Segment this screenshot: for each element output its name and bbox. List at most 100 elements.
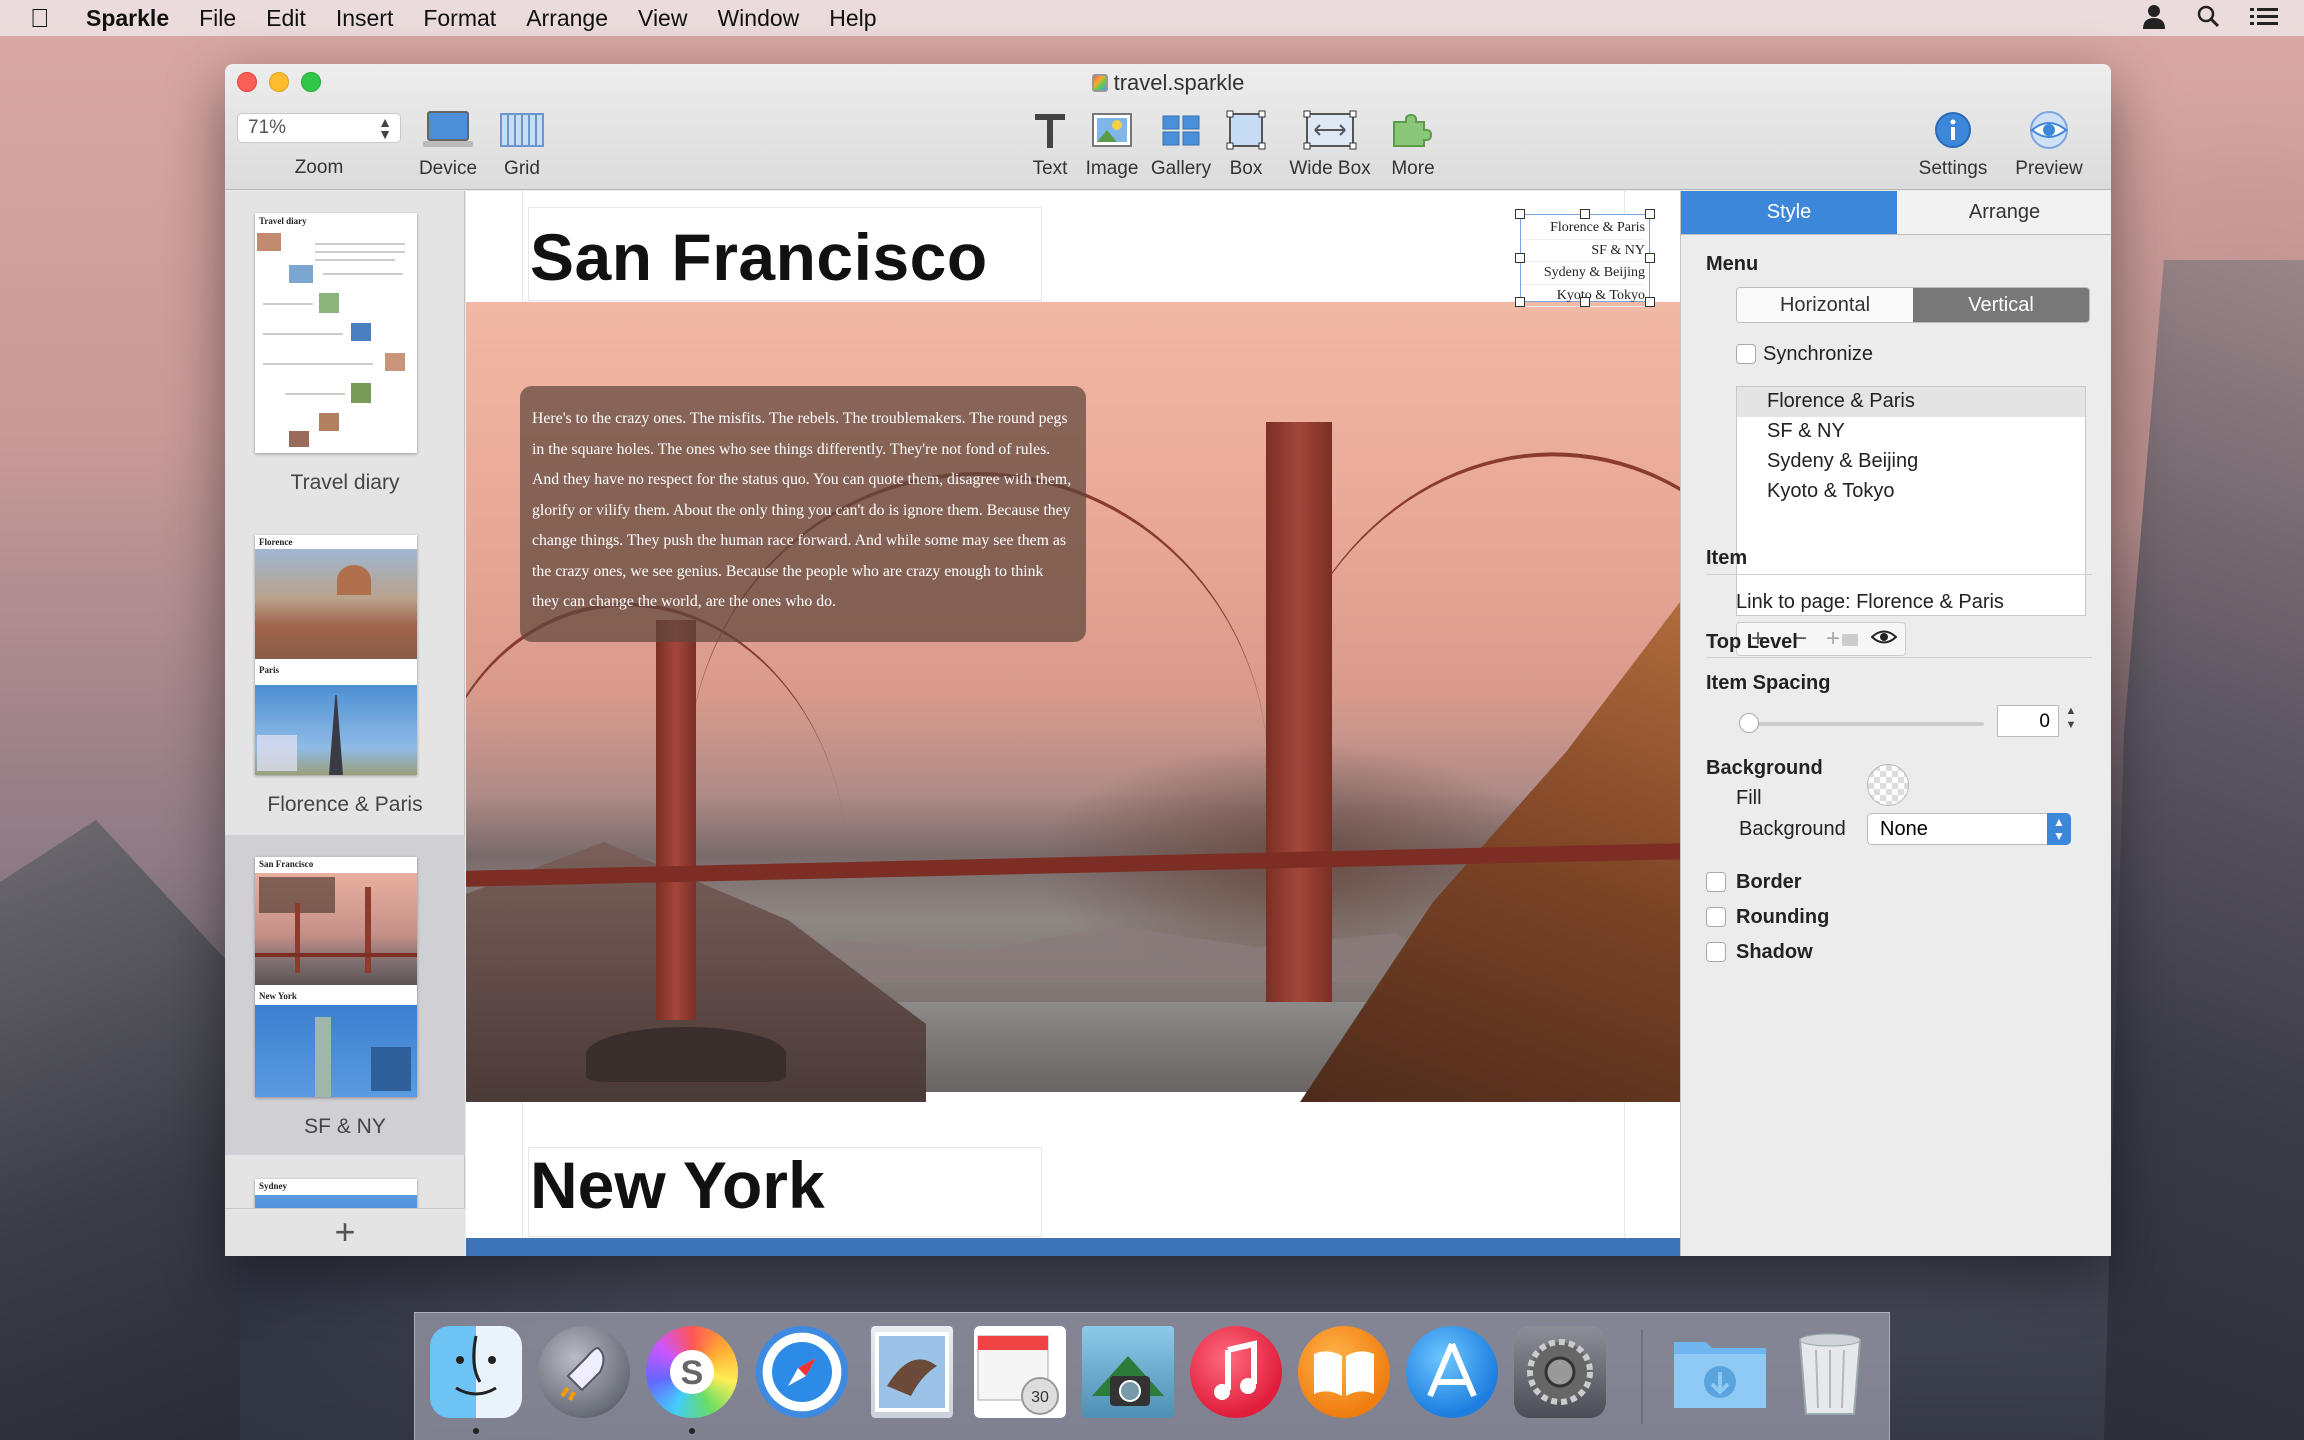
menu-view[interactable]: View bbox=[638, 5, 687, 32]
ibooks-icon[interactable] bbox=[1298, 1326, 1390, 1418]
menu-edit[interactable]: Edit bbox=[266, 5, 306, 32]
menu-help[interactable]: Help bbox=[829, 5, 876, 32]
item-spacing-stepper[interactable]: ▲ ▼ bbox=[2063, 704, 2079, 738]
rounding-checkbox[interactable] bbox=[1706, 907, 1726, 927]
list-item[interactable]: SF & NY bbox=[1737, 417, 2085, 447]
gallery-button[interactable]: Gallery bbox=[1147, 108, 1215, 180]
add-page-button[interactable]: + bbox=[225, 1208, 465, 1256]
tab-arrange[interactable]: Arrange bbox=[1897, 191, 2111, 234]
search-icon[interactable] bbox=[2196, 4, 2220, 36]
link-to-page-label[interactable]: Link to page: Florence & Paris bbox=[1736, 591, 2004, 614]
orientation-horizontal[interactable]: Horizontal bbox=[1737, 288, 1913, 322]
item-spacing-field[interactable]: 0 bbox=[1997, 705, 2059, 737]
inspector-panel: Style Arrange Menu Horizontal Vertical S… bbox=[1680, 191, 2111, 1256]
item-spacing-slider[interactable] bbox=[1746, 722, 1984, 726]
visibility-button[interactable] bbox=[1863, 623, 1905, 655]
tab-style[interactable]: Style bbox=[1681, 191, 1897, 234]
finder-icon[interactable] bbox=[430, 1326, 522, 1418]
synchronize-label: Synchronize bbox=[1763, 343, 1874, 365]
more-label: More bbox=[1391, 158, 1435, 179]
chevron-updown-icon: ▲ ▼ bbox=[2047, 813, 2071, 845]
page-thumbnail: San Francisco New York bbox=[255, 857, 417, 1097]
list-item[interactable]: Sydeny & Beijing bbox=[1737, 447, 2085, 477]
grid-button[interactable]: Grid bbox=[489, 108, 555, 180]
background-heading: Background bbox=[1706, 757, 1823, 779]
info-icon bbox=[1915, 108, 1991, 152]
app-store-icon[interactable] bbox=[1406, 1326, 1498, 1418]
wallpaper-rock-right bbox=[2104, 260, 2304, 1440]
border-label: Border bbox=[1736, 871, 1802, 893]
menu-widget-item[interactable]: SF & NY bbox=[1521, 240, 1645, 262]
list-icon[interactable] bbox=[2250, 4, 2278, 36]
page-item-travel-diary[interactable]: Travel diary Travel diary bbox=[225, 191, 465, 511]
running-indicator bbox=[473, 1428, 479, 1434]
system-preferences-icon[interactable] bbox=[1514, 1326, 1606, 1418]
shadow-checkbox[interactable] bbox=[1706, 942, 1726, 962]
add-folder-button[interactable]: + bbox=[1821, 623, 1863, 655]
slider-knob[interactable] bbox=[1739, 713, 1759, 733]
safari-icon[interactable] bbox=[756, 1326, 848, 1418]
list-item[interactable]: Florence & Paris bbox=[1737, 387, 2085, 417]
photo-booth-icon[interactable] bbox=[1082, 1326, 1174, 1418]
device-button[interactable]: Device bbox=[411, 108, 485, 180]
image-label: Image bbox=[1085, 158, 1139, 179]
sparkle-icon[interactable]: S bbox=[646, 1326, 738, 1418]
thumb-heading: Paris bbox=[259, 665, 279, 675]
menu-format[interactable]: Format bbox=[423, 5, 496, 32]
heading-san-francisco[interactable]: San Francisco bbox=[530, 219, 988, 295]
menu-items-list[interactable]: Florence & Paris SF & NY Sydeny & Beijin… bbox=[1736, 386, 2086, 616]
resize-handle[interactable] bbox=[1515, 253, 1525, 263]
page-canvas[interactable]: San Francisco Here's to the crazy ones. … bbox=[466, 191, 1680, 1256]
more-button[interactable]: More bbox=[1385, 108, 1441, 180]
menu-widget-item[interactable]: Florence & Paris bbox=[1521, 217, 1645, 240]
wide-box-button[interactable]: Wide Box bbox=[1285, 108, 1375, 180]
box-button[interactable]: Box bbox=[1221, 108, 1271, 180]
heading-new-york[interactable]: New York bbox=[530, 1147, 825, 1223]
trash-icon[interactable] bbox=[1784, 1326, 1876, 1418]
stepper-arrows-icon: ▲ ▼ bbox=[378, 114, 392, 142]
quote-text-box[interactable]: Here's to the crazy ones. The misfits. T… bbox=[520, 386, 1086, 642]
list-item[interactable]: Kyoto & Tokyo bbox=[1737, 477, 2085, 507]
downloads-folder-icon[interactable] bbox=[1670, 1326, 1766, 1418]
menu-arrange[interactable]: Arrange bbox=[526, 5, 608, 32]
menu-app-name[interactable]: Sparkle bbox=[86, 5, 169, 32]
menu-bar:  Sparkle File Edit Insert Format Arrang… bbox=[0, 0, 2304, 36]
window-toolbar: travel.sparkle 71% ▲ ▼ Zoom Device Grid Te… bbox=[225, 64, 2111, 190]
mail-icon[interactable] bbox=[871, 1326, 953, 1418]
page-item-sydney[interactable]: Sydney bbox=[225, 1157, 465, 1209]
menu-widget-item[interactable]: Sydeny & Beijing bbox=[1521, 262, 1645, 285]
resize-handle[interactable] bbox=[1645, 209, 1655, 219]
text-label: Text bbox=[1032, 158, 1068, 179]
zoom-select[interactable]: 71% ▲ ▼ bbox=[237, 113, 401, 143]
wallpaper-rock-left bbox=[0, 820, 240, 1440]
launchpad-icon[interactable] bbox=[538, 1326, 630, 1418]
image-button[interactable]: Image bbox=[1083, 108, 1141, 180]
fill-color-well[interactable] bbox=[1867, 764, 1909, 806]
itunes-icon[interactable] bbox=[1190, 1326, 1282, 1418]
calendar-icon[interactable]: 30 bbox=[974, 1326, 1066, 1418]
resize-handle[interactable] bbox=[1580, 209, 1590, 219]
border-checkbox[interactable] bbox=[1706, 872, 1726, 892]
resize-handle[interactable] bbox=[1645, 253, 1655, 263]
page-item-sf-ny[interactable]: San Francisco New York SF & NY bbox=[225, 835, 465, 1155]
page-item-florence-paris[interactable]: Florence Paris Florence & Paris bbox=[225, 513, 465, 833]
menu-widget-selected[interactable]: Florence & Paris SF & NY Sydeny & Beijin… bbox=[1520, 214, 1650, 307]
menu-insert[interactable]: Insert bbox=[336, 5, 394, 32]
menu-window[interactable]: Window bbox=[717, 5, 799, 32]
menu-file[interactable]: File bbox=[199, 5, 236, 32]
resize-handle[interactable] bbox=[1515, 209, 1525, 219]
text-button[interactable]: Text bbox=[1025, 108, 1075, 180]
wide-box-label: Wide Box bbox=[1289, 158, 1371, 179]
resize-handle[interactable] bbox=[1580, 297, 1590, 307]
settings-button[interactable]: Settings bbox=[1915, 108, 1991, 180]
resize-handle[interactable] bbox=[1515, 297, 1525, 307]
thumb-heading: New York bbox=[259, 991, 297, 1001]
preview-button[interactable]: Preview bbox=[2011, 108, 2087, 180]
user-icon[interactable] bbox=[2142, 4, 2166, 36]
synchronize-checkbox[interactable] bbox=[1736, 344, 1756, 364]
apple-menu-icon[interactable]:  bbox=[30, 3, 64, 34]
orientation-vertical[interactable]: Vertical bbox=[1913, 288, 2089, 322]
resize-handle[interactable] bbox=[1645, 297, 1655, 307]
background-select[interactable]: None ▲ ▼ bbox=[1867, 813, 2071, 845]
document-icon bbox=[1091, 74, 1108, 92]
